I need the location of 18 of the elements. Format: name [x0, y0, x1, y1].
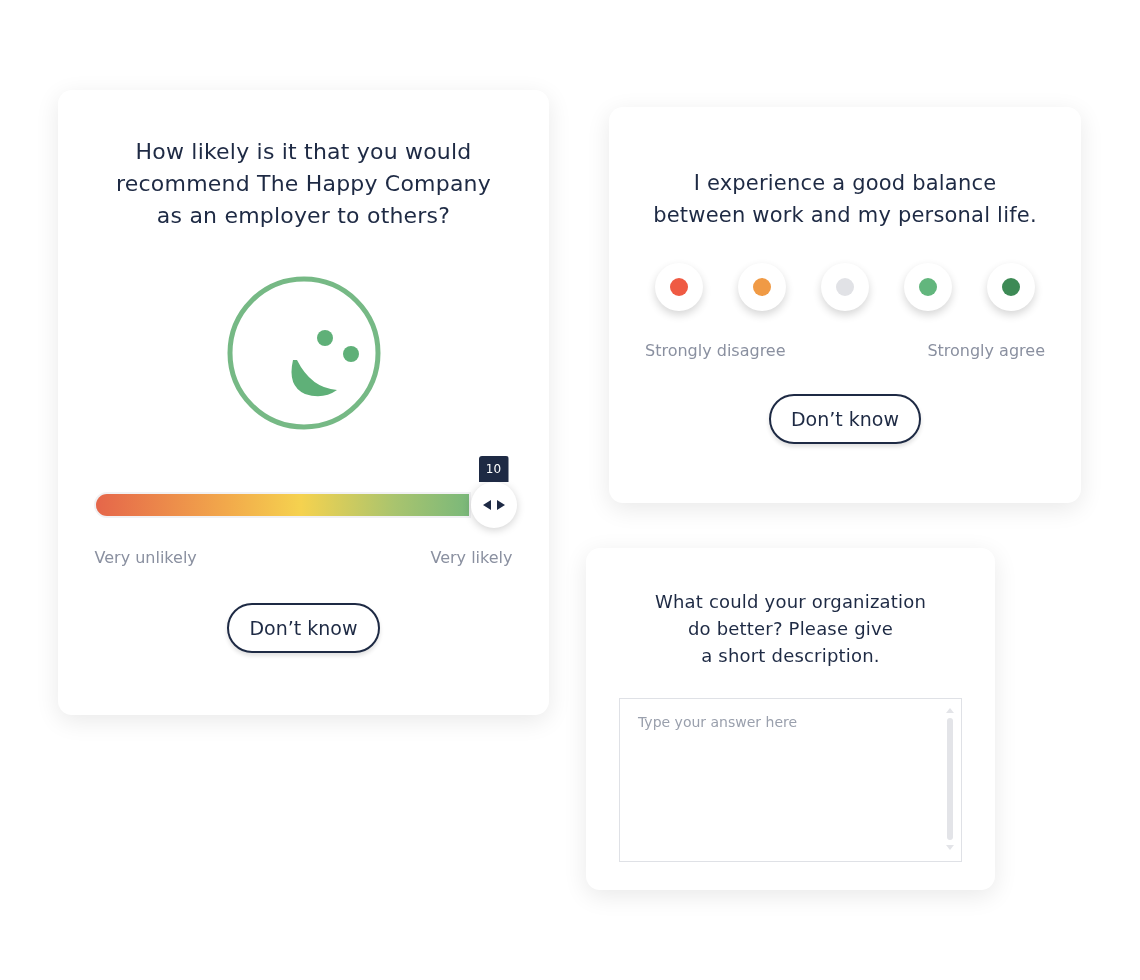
- question-text: I experience a good balance between work and my personal life.: [653, 170, 1037, 229]
- max-label: Strongly agree: [927, 341, 1045, 360]
- rating-option[interactable]: [738, 263, 786, 311]
- rating-option[interactable]: [655, 263, 703, 311]
- scrollbar-icon: [946, 708, 954, 850]
- max-label: Very likely: [430, 548, 513, 567]
- rating-option[interactable]: [987, 263, 1035, 311]
- answer-box[interactable]: Type your answer here: [619, 698, 962, 862]
- min-label: Strongly disagree: [645, 341, 786, 360]
- rating-option[interactable]: [904, 263, 952, 311]
- question-text: What could your organization do better? Please give a short description.: [654, 590, 927, 668]
- smiley-icon: [226, 276, 381, 430]
- dont-know-button[interactable]: Don’t know: [768, 394, 921, 444]
- question-text: How likely is it that you would recommend The Happy Company as an employer to others?: [116, 138, 491, 230]
- min-label: Very unlikely: [94, 548, 197, 567]
- dont-know-button[interactable]: Don’t know: [227, 603, 380, 653]
- value-tooltip: 10: [478, 456, 509, 482]
- left-right-arrows-icon: [482, 500, 505, 510]
